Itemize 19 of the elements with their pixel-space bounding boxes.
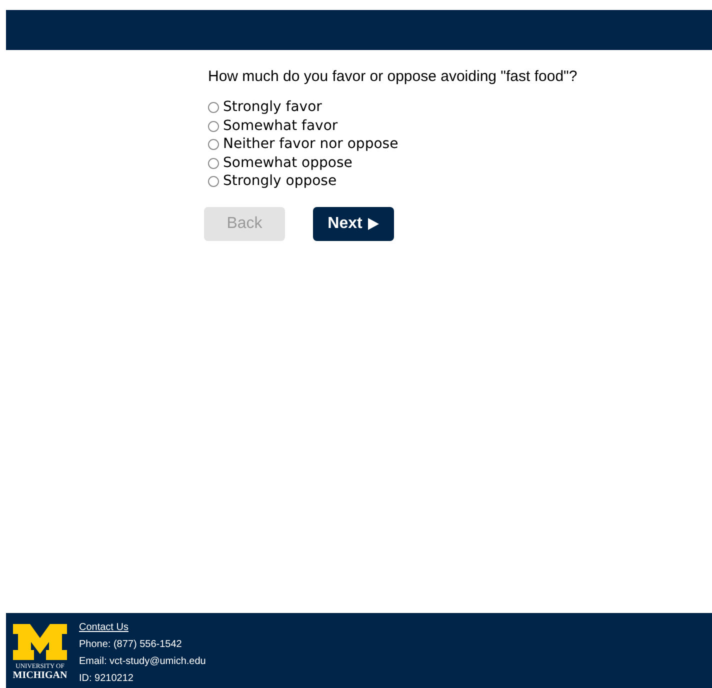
- radio-option[interactable]: Somewhat oppose: [208, 154, 352, 172]
- question-text: How much do you favor or oppose avoiding "fast food"?: [208, 67, 578, 87]
- radio-option[interactable]: Neither favor nor oppose: [208, 136, 398, 154]
- id-text: ID: 9210212: [79, 672, 134, 686]
- radio-button[interactable]: [208, 158, 219, 169]
- phone-text: Phone: (877) 556-1542: [79, 638, 183, 652]
- block-m-logo-icon: [13, 624, 67, 660]
- radio-button[interactable]: [208, 176, 219, 188]
- contact-us-link[interactable]: Contact Us: [79, 618, 128, 636]
- radio-option[interactable]: Somewhat favor: [208, 117, 338, 136]
- email-text: Email: vct-study@umich.edu: [79, 654, 206, 668]
- radio-option[interactable]: Strongly favor: [208, 98, 322, 117]
- radio-button[interactable]: [208, 139, 219, 150]
- radio-button[interactable]: [208, 120, 219, 132]
- logo-text: MICHIGAN: [12, 670, 68, 681]
- radio-option[interactable]: Strongly oppose: [208, 172, 337, 191]
- play-arrow-icon: [368, 218, 380, 230]
- radio-button[interactable]: [208, 102, 219, 114]
- next-button[interactable]: Next: [313, 207, 394, 241]
